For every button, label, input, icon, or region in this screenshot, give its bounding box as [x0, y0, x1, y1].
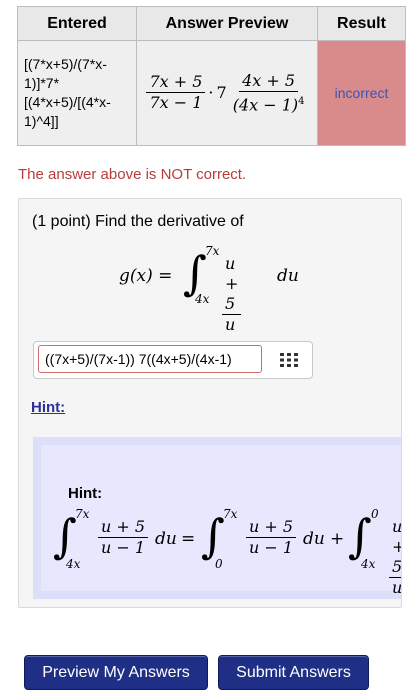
preview-frac2-den-exponent: 4	[298, 95, 305, 107]
grid-icon	[280, 353, 298, 367]
integral-sign-icon: ∫	[183, 246, 207, 300]
hint-fraction-1-numerator: u + 5	[98, 517, 149, 538]
hint-integral-3-lower: 4x	[361, 557, 376, 571]
equation-editor-button[interactable]	[272, 347, 306, 373]
integral-upper-limit: 7x	[205, 244, 220, 258]
entered-cell: [(7*x+5)/(7*x- 1)]*7* [(4*x+5)/[(4*x- 1)…	[17, 40, 137, 146]
hint-box: Hint: ∫ 7x 4x u + 5 u − 1 du = ∫ 7x 0 u …	[33, 437, 401, 607]
answer-input[interactable]	[38, 345, 262, 373]
results-row: [(7*x+5)/(7*x- 1)]*7* [(4*x+5)/[(4*x- 1)…	[17, 40, 406, 146]
feedback-message: The answer above is NOT correct.	[18, 166, 247, 183]
preview-frac2-den-base: (4x − 1)	[232, 95, 299, 115]
preview-dot: ·	[208, 83, 214, 103]
hint-fraction-1-denominator: u − 1	[101, 538, 146, 557]
results-header-row: Entered Answer Preview Result	[17, 6, 406, 41]
hint-integral-1-upper: 7x	[75, 507, 90, 521]
preview-fraction-1: 7x + 5 7x − 1	[146, 72, 206, 113]
problem-prompt: (1 point) Find the derivative of	[32, 213, 244, 230]
hint-integral-1-sign-icon: ∫	[53, 509, 77, 563]
header-result: Result	[317, 6, 406, 41]
entered-line: [(7*x+5)/(7*x-	[24, 56, 107, 72]
preview-answers-button[interactable]: Preview My Answers	[24, 655, 208, 690]
hint-equals: =	[181, 529, 196, 549]
hint-integral-2-sign-icon: ∫	[201, 509, 225, 563]
hint-fraction-3: u + 5 u − 1	[389, 517, 402, 607]
preview-seven: 7	[216, 83, 227, 103]
hint-du-2: du	[303, 529, 325, 549]
hint-fraction-2-numerator: u + 5	[246, 517, 297, 538]
hint-integral-2-lower: 0	[215, 557, 223, 571]
hint-link[interactable]: Hint:	[31, 399, 65, 416]
hint-fraction-2: u + 5 u − 1	[246, 517, 297, 558]
entered-line: 1)^4]]	[24, 113, 59, 129]
hint-integral-3-sign-icon: ∫	[348, 509, 372, 563]
answer-preview-cell: 7x + 5 7x − 1 · 7 4x + 5 (4x − 1)4	[136, 40, 318, 146]
preview-frac1-numerator: 7x + 5	[146, 72, 206, 94]
equation-lhs: g(x) =	[119, 266, 173, 286]
integrand-numerator: u + 5	[222, 254, 242, 315]
problem-panel: (1 point) Find the derivative of g(x) = …	[18, 198, 402, 608]
hint-fraction-3-denominator: u − 1	[392, 578, 402, 607]
hint-fraction-2-denominator: u − 1	[249, 538, 294, 557]
preview-frac1-denominator: 7x − 1	[149, 93, 203, 113]
submit-answers-button[interactable]: Submit Answers	[218, 655, 369, 690]
preview-frac2-numerator: 4x + 5	[239, 71, 299, 92]
integral-lower-limit: 4x	[195, 292, 210, 306]
entered-line: 1)]*7*	[24, 75, 60, 91]
hint-fraction-1: u + 5 u − 1	[98, 517, 149, 558]
answer-box	[33, 341, 313, 379]
entered-line: [(4*x+5)/[(4*x-	[24, 94, 111, 110]
hint-integral-3-upper: 0	[371, 507, 379, 521]
results-table: Entered Answer Preview Result [(7*x+5)/(…	[17, 6, 406, 146]
preview-fraction-2: 4x + 5 (4x − 1)4	[230, 71, 308, 115]
hint-plus: +	[330, 529, 345, 549]
hint-integral-2-upper: 7x	[223, 507, 238, 521]
hint-fraction-3-numerator: u + 5	[389, 517, 401, 578]
result-cell: incorrect	[317, 40, 406, 146]
preview-frac2-denominator: (4x − 1)4	[230, 92, 308, 115]
header-entered: Entered	[17, 6, 137, 41]
integrand-du: du	[277, 266, 299, 286]
header-answer-preview: Answer Preview	[136, 6, 318, 41]
hint-du-1: du	[155, 529, 177, 549]
hint-integral-1-lower: 4x	[66, 557, 81, 571]
hint-title: Hint:	[68, 485, 103, 502]
